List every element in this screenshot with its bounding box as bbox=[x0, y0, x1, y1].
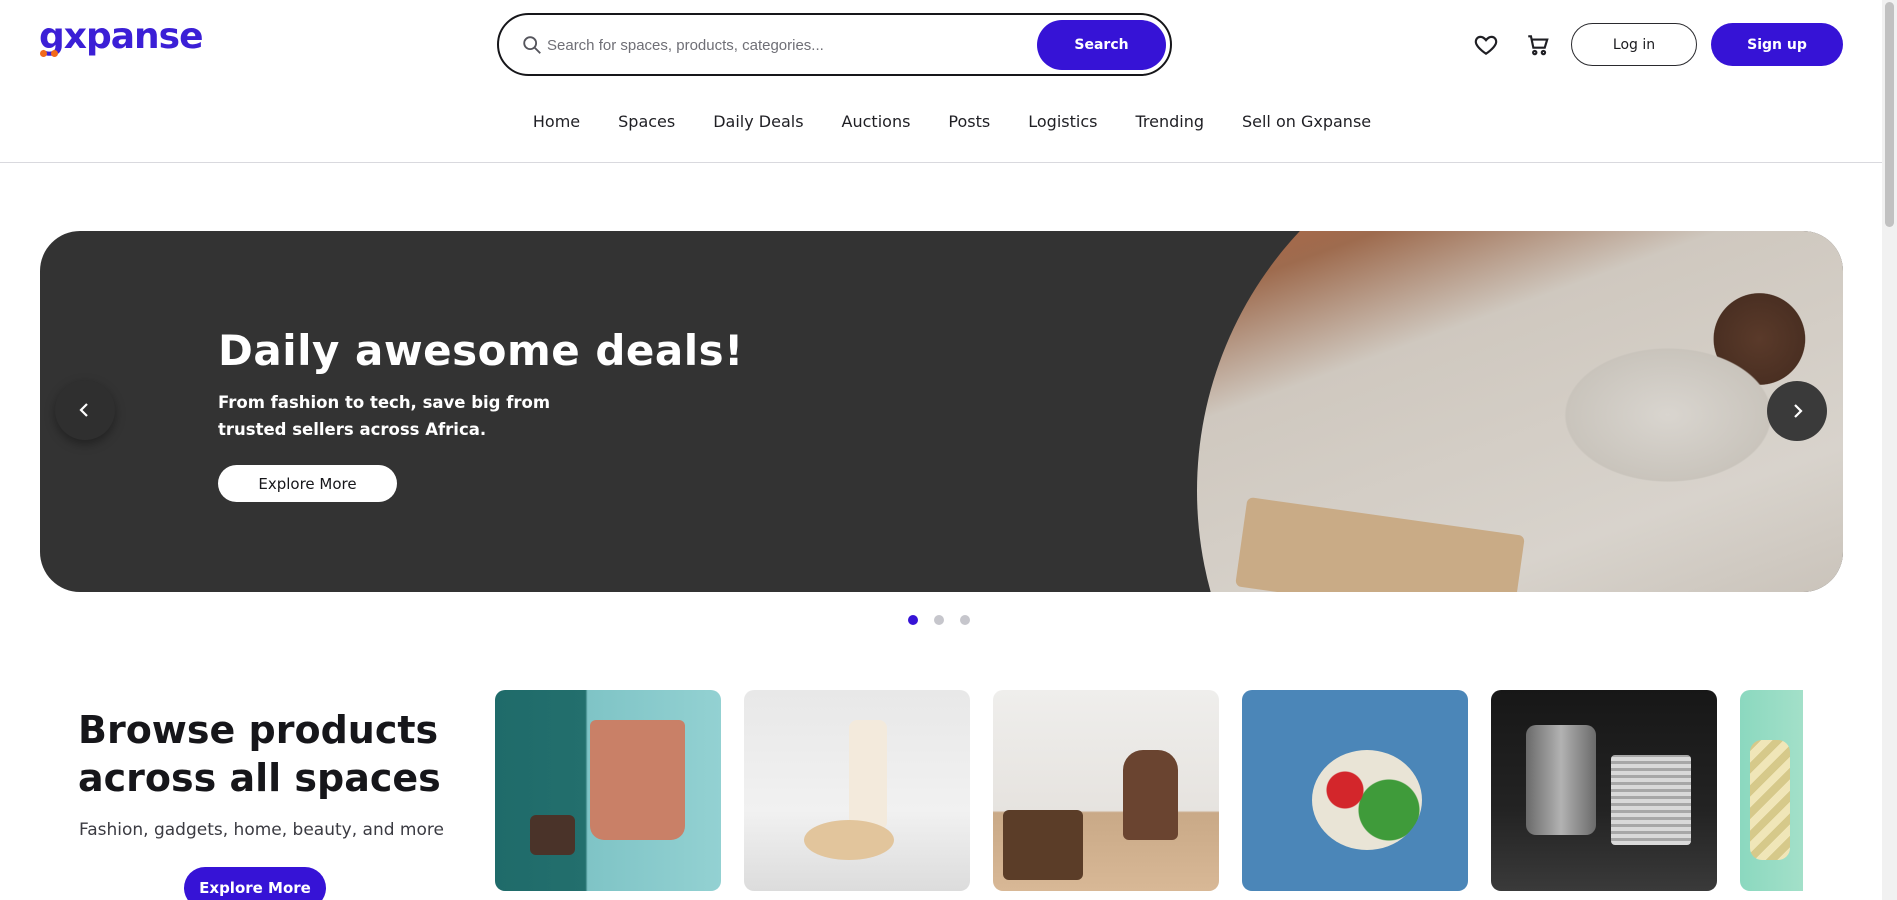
nav-item-posts[interactable]: Posts bbox=[948, 112, 990, 131]
page-scrollbar[interactable] bbox=[1882, 0, 1897, 900]
hero-banner: Daily awesome deals! From fashion to tec… bbox=[40, 231, 1843, 592]
search-button[interactable]: Search bbox=[1037, 20, 1166, 70]
carousel-dot-2[interactable] bbox=[934, 615, 944, 625]
site-header: gxpanse Search Log in Sign up Home Space… bbox=[0, 0, 1882, 163]
search-input[interactable] bbox=[547, 25, 1017, 65]
cart-icon[interactable] bbox=[1525, 32, 1551, 58]
nav-item-trending[interactable]: Trending bbox=[1135, 112, 1204, 131]
auto-parts-tile[interactable] bbox=[1491, 690, 1717, 891]
logo[interactable]: gxpanse bbox=[39, 16, 204, 57]
nav-item-logistics[interactable]: Logistics bbox=[1028, 112, 1097, 131]
login-button[interactable]: Log in bbox=[1571, 23, 1697, 66]
nav-item-auctions[interactable]: Auctions bbox=[842, 112, 911, 131]
beauty-tile[interactable] bbox=[744, 690, 970, 891]
carousel-dots bbox=[908, 615, 970, 625]
heart-icon[interactable] bbox=[1473, 32, 1499, 58]
chevron-right-icon bbox=[1794, 404, 1803, 418]
carousel-prev-button[interactable] bbox=[55, 380, 115, 440]
groceries-tile[interactable] bbox=[1242, 690, 1468, 891]
nav-item-sell[interactable]: Sell on Gxpanse bbox=[1242, 112, 1371, 131]
browse-subtitle: Fashion, gadgets, home, beauty, and more bbox=[79, 820, 444, 840]
search-bar: Search bbox=[497, 13, 1172, 76]
carousel-dot-1[interactable] bbox=[908, 615, 918, 625]
hero-explore-button[interactable]: Explore More bbox=[218, 465, 397, 502]
nav-item-daily-deals[interactable]: Daily Deals bbox=[713, 112, 803, 131]
nav-item-spaces[interactable]: Spaces bbox=[618, 112, 675, 131]
toys-tile[interactable] bbox=[1740, 690, 1803, 891]
search-icon bbox=[523, 36, 541, 54]
hero-title: Daily awesome deals! bbox=[218, 326, 744, 375]
carousel-next-button[interactable] bbox=[1767, 381, 1827, 441]
home-tile[interactable] bbox=[993, 690, 1219, 891]
main-nav: Home Spaces Daily Deals Auctions Posts L… bbox=[0, 112, 1882, 140]
fashion-tile[interactable] bbox=[495, 690, 721, 891]
carousel-dot-3[interactable] bbox=[960, 615, 970, 625]
browse-explore-button[interactable]: Explore More bbox=[184, 867, 326, 900]
browse-title: Browse products across all spaces bbox=[78, 708, 441, 800]
chevron-left-icon bbox=[79, 403, 88, 417]
scrollbar-thumb[interactable] bbox=[1885, 2, 1894, 227]
hero-subtitle: From fashion to tech, save big from trus… bbox=[218, 393, 551, 439]
nav-item-home[interactable]: Home bbox=[533, 112, 580, 131]
logo-dots bbox=[40, 50, 62, 58]
signup-button[interactable]: Sign up bbox=[1711, 23, 1843, 66]
